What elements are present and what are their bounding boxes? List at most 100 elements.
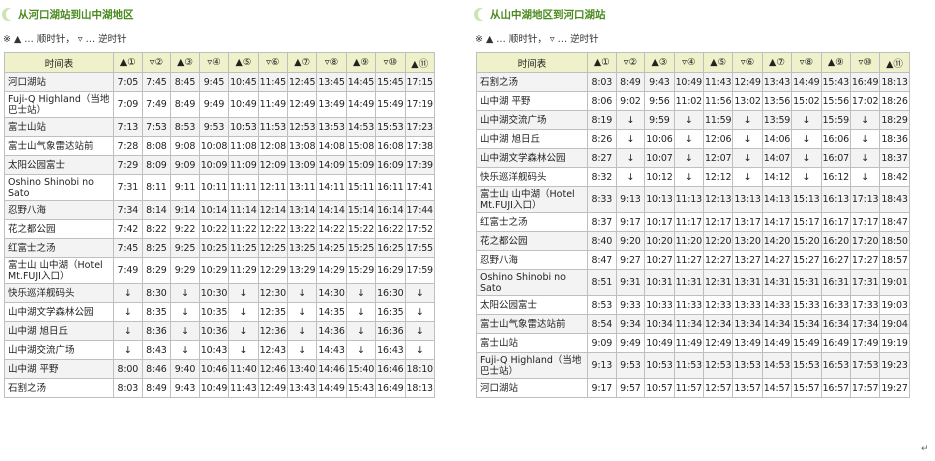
departure-time: 15:08 — [345, 136, 377, 156]
departure-time: 14:49 — [761, 333, 793, 353]
departure-time: 11:34 — [673, 314, 704, 334]
departure-time: 15:59 — [820, 110, 851, 130]
departure-time: 16:13 — [820, 186, 851, 213]
station-name: 富士山气象雷达站前 — [4, 136, 114, 156]
departure-time: 17:20 — [849, 231, 881, 251]
departure-time: 13:49 — [316, 91, 347, 118]
departure-time: 10:49 — [228, 91, 259, 118]
departure-time: 10:36 — [198, 321, 230, 341]
pass-arrow-cell: ↓ — [228, 321, 259, 341]
departure-time: 9:14 — [170, 200, 200, 220]
departure-time: 10:34 — [644, 314, 675, 334]
pass-arrow-cell: ↓ — [849, 129, 881, 149]
departure-time: 12:34 — [702, 314, 734, 334]
departure-time: 17:34 — [849, 314, 881, 334]
panel-title: 从河口湖站到山中湖地区 — [2, 4, 134, 24]
departure-time: 13:57 — [732, 378, 763, 398]
departure-time: 15:40 — [345, 359, 377, 379]
departure-time: 13:45 — [316, 72, 347, 92]
table-row: 忍野八海 7:34 8:14 9:14 10:14 11:14 12:14 13:14 14:1… — [4, 200, 435, 220]
departure-time: 9:53 — [615, 352, 646, 379]
pass-arrow-cell: ↓ — [732, 167, 763, 187]
header-trip-11: ▲⑪ — [404, 52, 435, 73]
pass-arrow-cell: ↓ — [849, 167, 881, 187]
pass-arrow-cell: ↓ — [615, 110, 646, 130]
departure-time: 16:36 — [375, 321, 406, 341]
header-trip-3: ▲③ — [170, 52, 200, 73]
station-name: 山中湖 旭日丘 — [476, 129, 588, 149]
pass-arrow-cell: ↓ — [791, 110, 822, 130]
departure-time: 11:49 — [673, 333, 704, 353]
departure-time: 15:56 — [820, 91, 851, 111]
departure-time: 16:53 — [820, 352, 851, 379]
table-row: 忍野八海 8:47 9:27 10:27 11:27 12:27 13:27 14:27 15:… — [476, 250, 910, 270]
departure-time: 15:11 — [345, 174, 377, 201]
departure-time: 16:08 — [375, 136, 406, 156]
departure-time: 18:43 — [879, 186, 910, 213]
departure-time: 7:09 — [113, 91, 143, 118]
departure-time: 15:45 — [375, 72, 406, 92]
timetable-header-row: 时间表 ▲① ▿② ▲③ ▿④ ▲⑤ ▿⑥ ▲⑦ ▿⑧ ▲⑨ ▿⑩ ▲⑪ — [4, 52, 435, 73]
departure-time: 14:25 — [316, 238, 347, 258]
departure-time: 13:14 — [286, 200, 318, 220]
departure-time: 12:35 — [257, 302, 288, 322]
departure-time: 14:08 — [316, 136, 347, 156]
departure-time: 8:19 — [587, 110, 617, 130]
departure-time: 17:23 — [404, 117, 435, 137]
departure-time: 12:25 — [257, 238, 288, 258]
departure-time: 9:56 — [644, 91, 675, 111]
table-row: 山中湖交流广场 ↓ 8:43 ↓ 10:43 ↓ 12:43 ↓ 14:43 ↓ 16:43 ↓ — [4, 340, 435, 360]
departure-time: 16:35 — [375, 302, 406, 322]
table-row: 富士山气象雷达站前 8:54 9:34 10:34 11:34 12:34 13:34 14:… — [476, 314, 910, 334]
departure-time: 17:27 — [849, 250, 881, 270]
departure-time: 10:09 — [198, 155, 230, 175]
departure-time: 11:08 — [228, 136, 259, 156]
departure-time: 11:33 — [673, 295, 704, 315]
departure-time: 9:57 — [615, 378, 646, 398]
pass-arrow-cell: ↓ — [404, 340, 435, 360]
departure-time: 9:45 — [198, 72, 230, 92]
leaf-icon — [2, 7, 15, 21]
timetable: 时间表 ▲① ▿② ▲③ ▿④ ▲⑤ ▿⑥ ▲⑦ ▿⑧ ▲⑨ ▿⑩ ▲⑪ 河口湖站 7:05 7:45 8:… — [4, 52, 435, 398]
departure-time: 9:31 — [615, 269, 646, 296]
departure-time: 17:38 — [404, 136, 435, 156]
timetable: 时间表 ▲① ▿② ▲③ ▿④ ▲⑤ ▿⑥ ▲⑦ ▿⑧ ▲⑨ ▿⑩ ▲⑪ 石割之汤 8:03 8:49 9:… — [476, 52, 910, 398]
departure-time: 15:49 — [791, 333, 822, 353]
departure-time: 11:49 — [257, 91, 288, 118]
station-name: 红富士之汤 — [476, 212, 588, 232]
departure-time: 11:17 — [673, 212, 704, 232]
departure-time: 14:12 — [761, 167, 793, 187]
departure-time: 13:02 — [732, 91, 763, 111]
departure-time: 12:36 — [257, 321, 288, 341]
departure-time: 12:07 — [702, 148, 734, 168]
departure-time: 12:57 — [702, 378, 734, 398]
header-trip-6: ▿⑥ — [732, 52, 763, 73]
departure-time: 8:45 — [170, 72, 200, 92]
departure-time: 13:11 — [286, 174, 318, 201]
departure-time: 11:40 — [228, 359, 259, 379]
departure-time: 7:05 — [113, 72, 143, 92]
departure-time: 11:11 — [228, 174, 259, 201]
departure-time: 9:33 — [615, 295, 646, 315]
direction-legend: ※ ▲ … 顺时针， ▿ … 逆时针 — [3, 34, 127, 45]
station-name: 快乐巡洋舰码头 — [4, 283, 114, 303]
departure-time: 12:06 — [702, 129, 734, 149]
pass-arrow-cell: ↓ — [113, 302, 143, 322]
station-name: Oshino Shinobi no Sato — [4, 174, 114, 201]
departure-time: 13:31 — [732, 269, 763, 296]
pass-arrow-cell: ↓ — [615, 148, 646, 168]
departure-time: 16:25 — [375, 238, 406, 258]
departure-time: 12:49 — [286, 91, 318, 118]
table-row: 山中湖交流广场 8:19 ↓ 9:59 ↓ 11:59 ↓ 13:59 ↓ 15:59 ↓ 18:29 — [476, 110, 910, 130]
table-row: Fuji-Q Highland（当地巴士站） 9:13 9:53 10:53 11:53… — [476, 352, 910, 379]
departure-time: 8:46 — [141, 359, 172, 379]
departure-time: 17:52 — [404, 219, 435, 239]
departure-time: 13:53 — [732, 352, 763, 379]
departure-time: 16:07 — [820, 148, 851, 168]
departure-time: 18:13 — [879, 72, 910, 92]
departure-time: 7:45 — [113, 238, 143, 258]
departure-time: 12:30 — [257, 283, 288, 303]
departure-time: 14:57 — [761, 378, 793, 398]
departure-time: 12:14 — [257, 200, 288, 220]
departure-time: 15:02 — [791, 91, 822, 111]
